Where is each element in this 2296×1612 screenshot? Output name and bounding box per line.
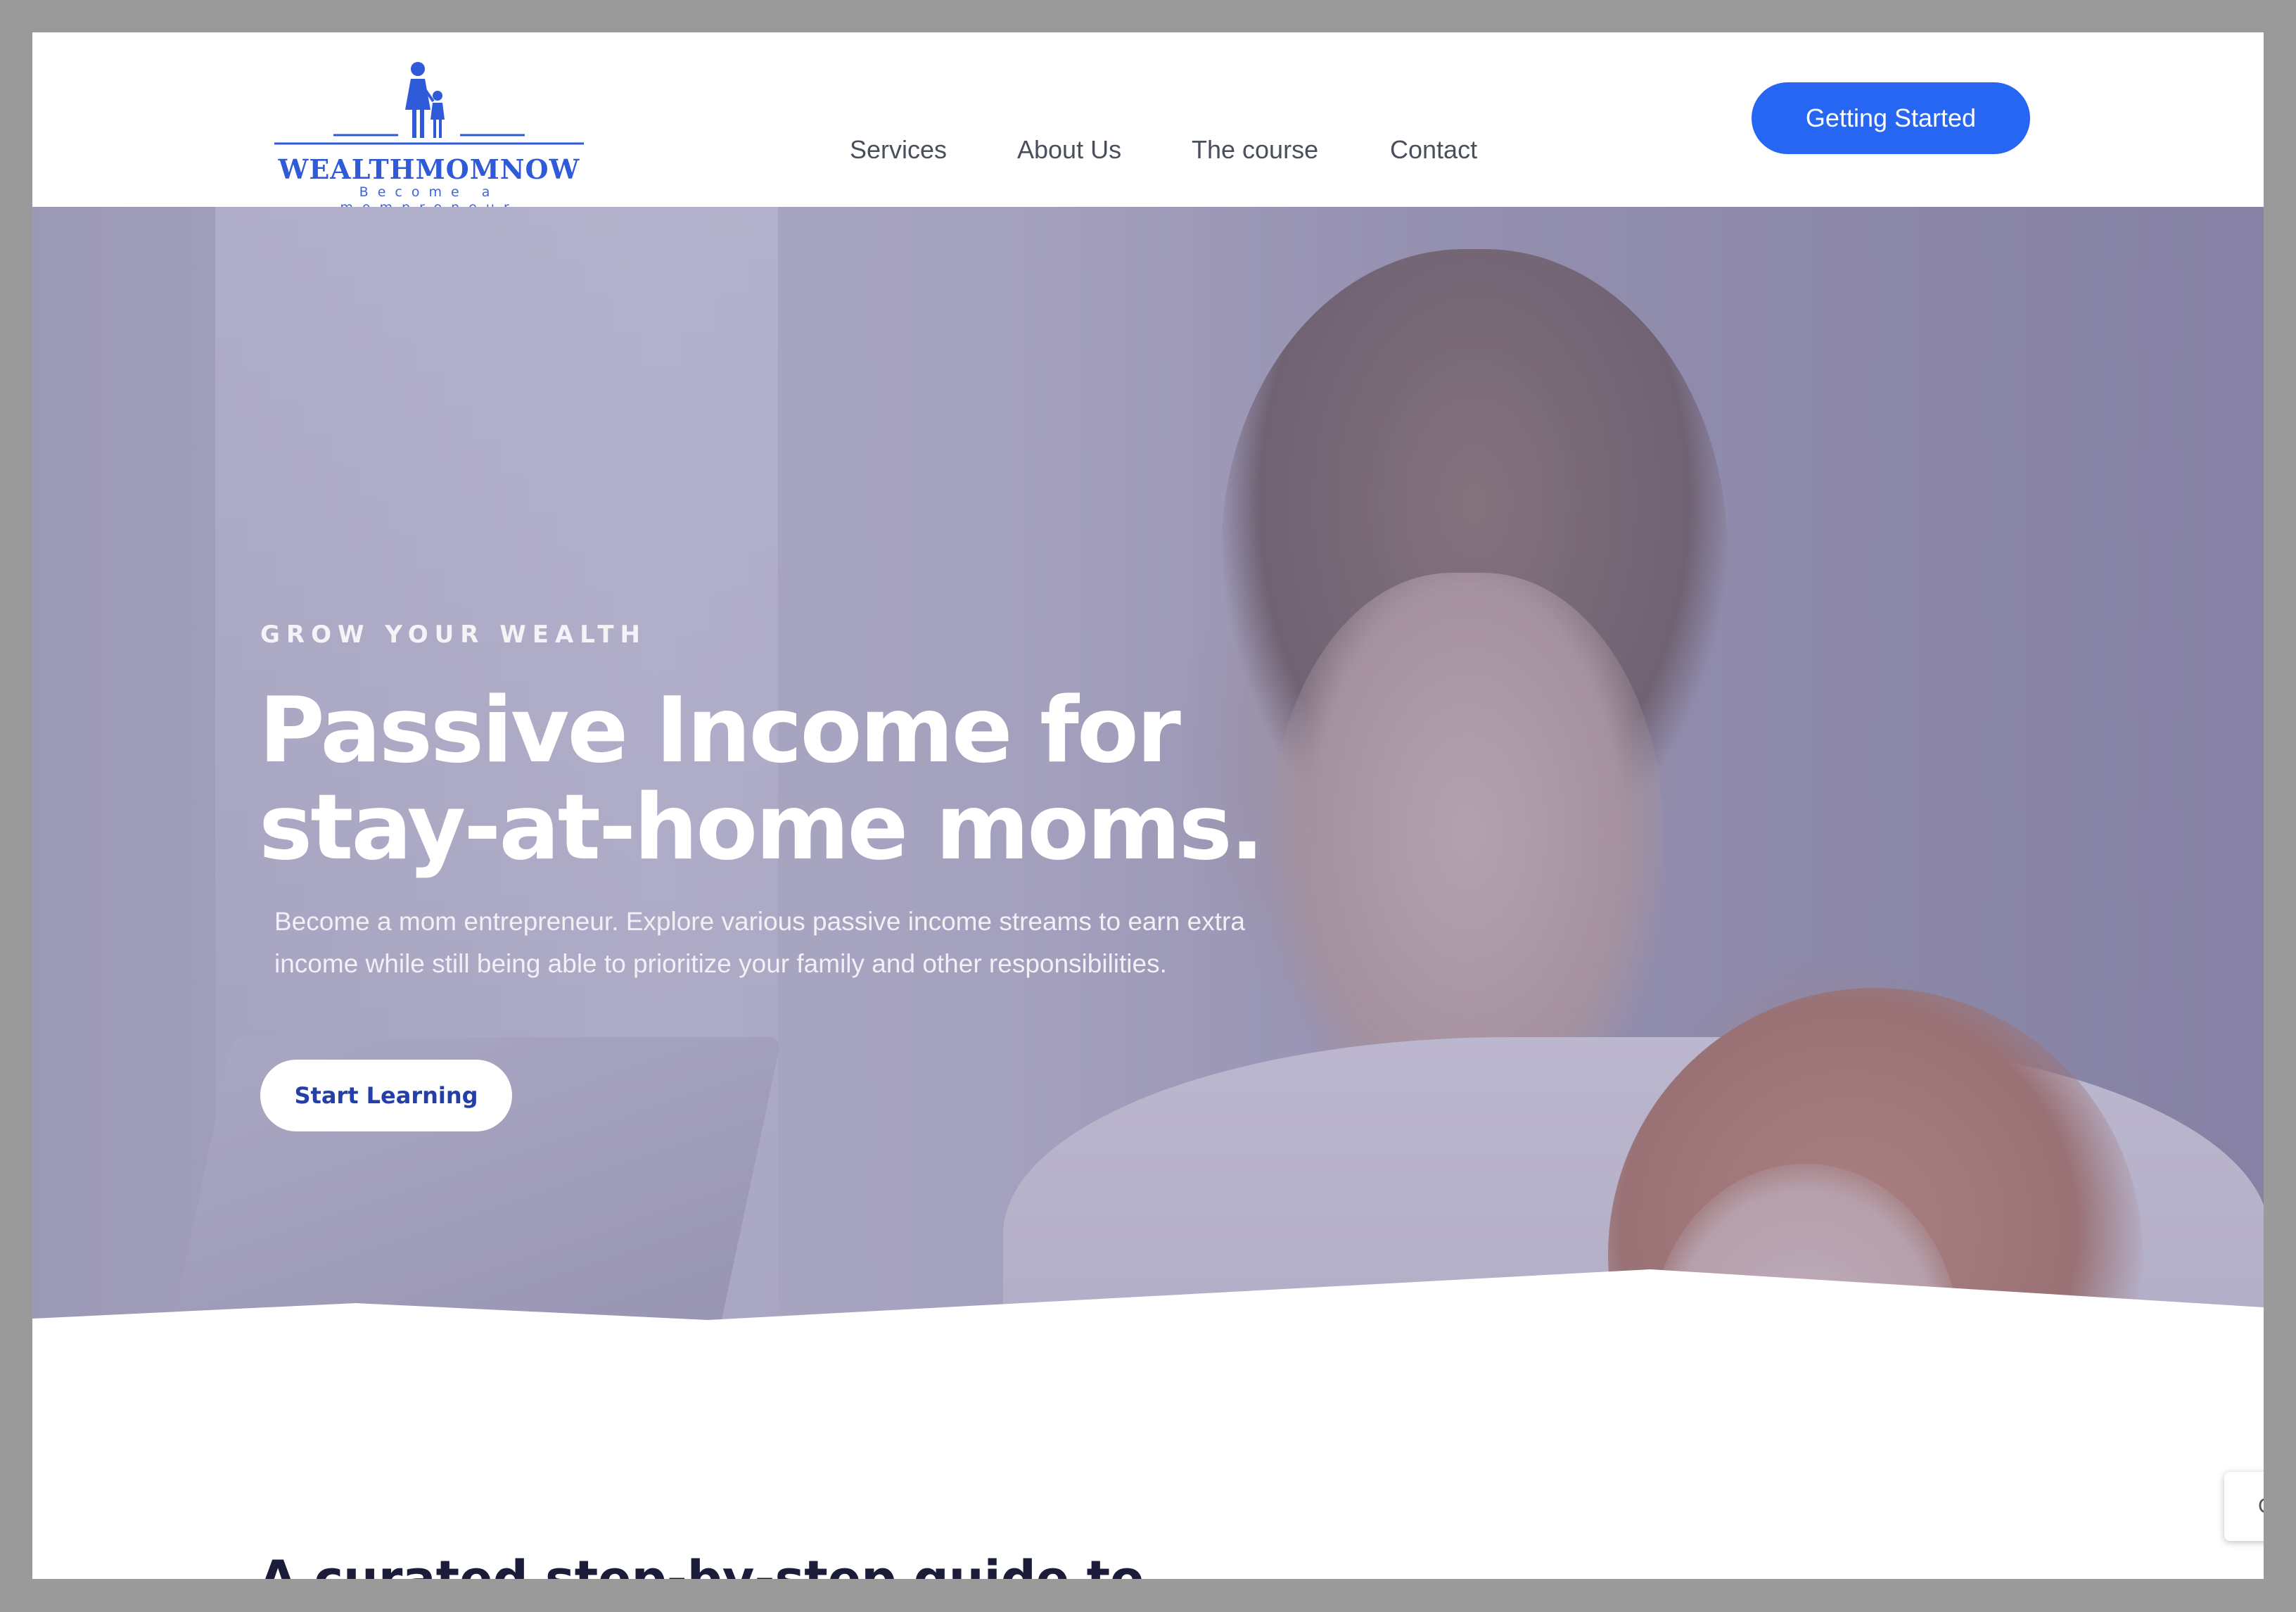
hero-headline-line2: stay-at-home moms. <box>259 775 1264 880</box>
hero-content: GROW YOUR WEALTH Passive Income for stay… <box>32 207 2264 1389</box>
side-widget-label: C <box>2258 1494 2264 1518</box>
logo-wordmark: WEALTHMOMNOW <box>278 153 580 185</box>
side-chat-widget[interactable]: C <box>2224 1472 2264 1541</box>
section-title: A curated step-by-step guide to <box>259 1550 1144 1579</box>
nav-contact[interactable]: Contact <box>1390 135 1477 165</box>
nav-services[interactable]: Services <box>850 135 947 165</box>
mother-child-icon <box>274 62 584 145</box>
hero-subtext-line2: income while still being able to priorit… <box>274 949 1167 978</box>
hero-headline: Passive Income for stay-at-home moms. <box>259 683 1525 877</box>
hero-eyebrow: GROW YOUR WEALTH <box>260 621 646 649</box>
nav-about-us[interactable]: About Us <box>1017 135 1121 165</box>
hero-subtext-line1: Become a mom entrepreneur. Explore vario… <box>274 907 1245 936</box>
hero-headline-line1: Passive Income for <box>259 678 1181 783</box>
site-header: WEALTHMOMNOW Become a mompreneur Service… <box>32 32 2264 215</box>
browser-viewport: WEALTHMOMNOW Become a mompreneur Service… <box>32 32 2264 1579</box>
getting-started-button[interactable]: Getting Started <box>1752 82 2030 154</box>
start-learning-button[interactable]: Start Learning <box>260 1060 512 1131</box>
hero-subtext: Become a mom entrepreneur. Explore vario… <box>274 901 1358 985</box>
nav-the-course[interactable]: The course <box>1192 135 1318 165</box>
site-logo[interactable]: WEALTHMOMNOW Become a mompreneur <box>274 59 584 215</box>
hero-section: GROW YOUR WEALTH Passive Income for stay… <box>32 207 2264 1389</box>
